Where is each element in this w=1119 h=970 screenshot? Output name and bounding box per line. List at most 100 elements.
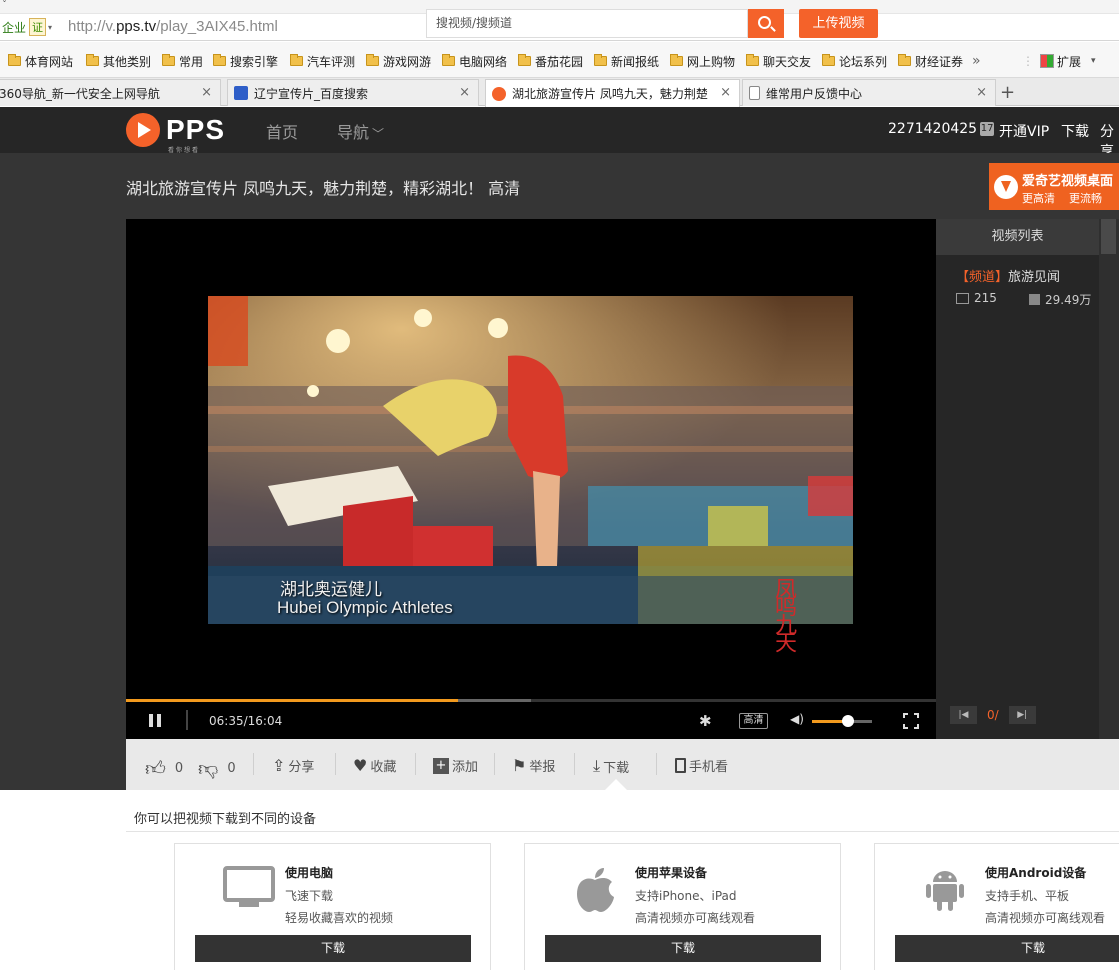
next-page-icon[interactable]: ▶| (1008, 706, 1036, 724)
upload-video-button[interactable]: 上传视频 (799, 9, 878, 38)
iqiyi-desktop-promo[interactable]: 爱奇艺视频桌面 更高清 更流畅 (989, 163, 1119, 210)
bookmark-folder[interactable]: 聊天交友 (746, 52, 811, 70)
chevron-down-icon: ﹀ (372, 127, 385, 141)
close-icon[interactable]: × (459, 85, 470, 100)
close-icon[interactable]: × (720, 85, 731, 100)
tab-title: 辽宁宣传片_百度搜索 (254, 86, 369, 101)
quality-selector[interactable]: 高清 (739, 713, 768, 729)
sidebar-scrollbar[interactable] (1099, 219, 1119, 739)
page-icon (749, 86, 760, 100)
close-icon[interactable]: × (976, 85, 987, 100)
nav-guide[interactable]: 导航 ﹀ (337, 119, 384, 143)
download-divider (126, 831, 1119, 832)
user-level-badge: 17 (980, 122, 995, 136)
tab-strip: 360导航_新一代安全上网导航 × 辽宁宣传片_百度搜索 × 湖北旅游宣传片 凤… (0, 78, 1119, 107)
download-heading: 你可以把视频下载到不同的设备 (134, 812, 317, 827)
add-button[interactable]: + 添加 (433, 756, 478, 775)
bookmarks-more-button[interactable]: » (972, 52, 981, 70)
bookmark-folder[interactable]: 论坛系列 (822, 52, 887, 70)
header-download-link[interactable]: 下载 (1061, 121, 1089, 141)
bookmark-folder[interactable]: 电脑网络 (442, 52, 507, 70)
volume-icon[interactable]: ◀) (790, 712, 804, 726)
url-domain: pps.tv (116, 18, 157, 35)
download-apple-button[interactable]: 下载 (545, 935, 821, 962)
bookmark-folder[interactable]: 番茄花园 (518, 52, 583, 70)
control-divider (186, 710, 188, 730)
bookmark-folder[interactable]: 体育网站 (8, 52, 73, 70)
play-count-value: 29.49万 (1045, 293, 1092, 307)
volume-slider[interactable] (812, 715, 872, 727)
play-logo-icon (126, 113, 160, 147)
folder-icon (86, 54, 99, 66)
close-icon[interactable]: × (201, 85, 212, 100)
bookmark-label: 论坛系列 (839, 54, 888, 69)
search-icon-handle (770, 26, 776, 32)
toolbar-divider (415, 753, 416, 775)
video-caption-cn: 湖北奥运健儿 (280, 580, 382, 600)
bookmark-label: 网上购物 (687, 54, 736, 69)
share-button[interactable]: ⇪ 分享 (272, 756, 314, 775)
open-vip-link[interactable]: 开通VIP (999, 121, 1049, 141)
download-pc-button[interactable]: 下载 (195, 935, 471, 962)
user-account[interactable]: 2271420425 17 (888, 121, 995, 137)
prev-page-icon[interactable]: |◀ (950, 706, 977, 724)
folder-icon (594, 54, 607, 66)
bookmark-folder[interactable]: 其他类别 (86, 52, 151, 70)
video-count: 215 (956, 291, 997, 305)
tab-pps-video[interactable]: 湖北旅游宣传片 凤鸣九天，魅力荆楚 × (485, 79, 740, 107)
card-desc: 高清视频亦可离线观看 (985, 911, 1106, 925)
like-button[interactable]: 👍︎ 0 (145, 756, 183, 781)
dislike-count: 0 (227, 761, 236, 776)
fullscreen-icon[interactable] (903, 713, 919, 729)
bookmark-folder[interactable]: 新闻报纸 (594, 52, 659, 70)
search-input[interactable]: 搜视频/搜频道 (426, 9, 748, 38)
chevron-down-icon: ▾ (1091, 56, 1096, 66)
nav-home[interactable]: 首页 (266, 119, 298, 143)
monitor-icon (223, 866, 275, 913)
folder-icon (442, 54, 455, 66)
bookmark-label: 常用 (179, 54, 204, 69)
new-tab-button[interactable]: + (1000, 82, 1015, 103)
tab-360-nav[interactable]: 360导航_新一代安全上网导航 × (0, 79, 221, 106)
card-desc: 高清视频亦可离线观看 (635, 911, 756, 925)
search-button[interactable] (748, 9, 784, 38)
cert-badge: 证 (29, 18, 47, 36)
pps-logo[interactable]: PPS 看你想看 (126, 113, 225, 154)
bookmark-label: 新闻报纸 (611, 54, 660, 69)
url-prefix: http://v. (68, 18, 117, 35)
volume-knob[interactable] (842, 715, 854, 727)
scrollbar-thumb[interactable] (1101, 219, 1116, 254)
bookmark-folder[interactable]: 搜索引擎 (213, 52, 278, 70)
gear-icon[interactable]: ✱ (699, 712, 712, 730)
report-button[interactable]: ⚑ 举报 (512, 756, 555, 775)
tab-feedback-center[interactable]: 维常用户反馈中心 × (742, 79, 996, 106)
mobile-watch-button[interactable]: 手机看 (675, 756, 728, 775)
phone-icon (675, 758, 686, 773)
promo-hd: 更高清 (1022, 192, 1055, 205)
card-title: 使用Android设备 (985, 866, 1087, 880)
download-android-button[interactable]: 下载 (895, 935, 1119, 962)
toolbar-divider (574, 753, 575, 775)
download-button[interactable]: ⤓ 下载 (593, 756, 629, 776)
bookmark-folder[interactable]: 游戏网游 (366, 52, 431, 70)
tab-title: 360导航_新一代安全上网导航 (0, 86, 160, 101)
folder-icon (162, 54, 175, 66)
toolbar-divider (335, 753, 336, 775)
bookmark-folder[interactable]: 汽车评测 (290, 52, 355, 70)
folder-icon (290, 54, 303, 66)
channel-link[interactable]: 【频道】旅游见闻 (956, 266, 1060, 285)
play-count: 29.49万 (1029, 291, 1091, 308)
thumbs-up-icon: 👍︎ (145, 756, 166, 780)
bookmark-folder[interactable]: 常用 (162, 52, 203, 70)
dislike-button[interactable]: 👎︎ 0 (198, 756, 236, 781)
download-label: 下载 (603, 760, 630, 776)
bookmark-folder[interactable]: 网上购物 (670, 52, 735, 70)
pause-icon[interactable] (149, 714, 163, 727)
enterprise-cert-indicator[interactable]: 企业 证 ▾ (0, 17, 52, 37)
folder-icon (670, 54, 683, 66)
extend-button[interactable]: 扩展 ▾ (1040, 52, 1096, 70)
url-field[interactable]: http://v.pps.tv/play_3AIX45.html (68, 18, 278, 35)
bookmark-folder[interactable]: 财经证券 (898, 52, 963, 70)
tab-baidu-search[interactable]: 辽宁宣传片_百度搜索 × (227, 79, 479, 106)
collect-button[interactable]: ♥ 收藏 (353, 756, 396, 775)
